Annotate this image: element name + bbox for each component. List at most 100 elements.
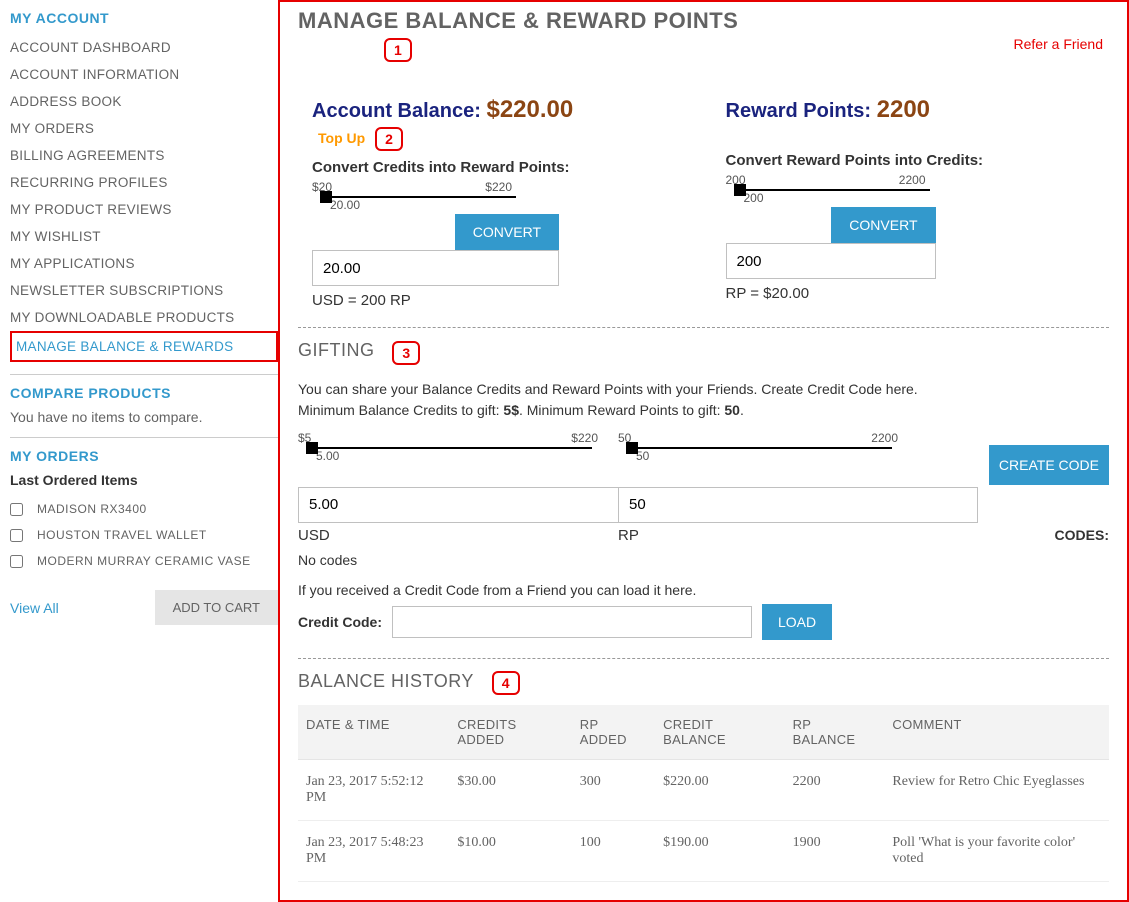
gifting-desc: You can share your Balance Credits and R… bbox=[298, 379, 1109, 421]
list-item: MADISON RX3400 bbox=[10, 496, 278, 522]
balance-history-table: DATE & TIME CREDITS ADDED RP ADDED CREDI… bbox=[298, 705, 1109, 882]
refer-a-friend-link[interactable]: Refer a Friend bbox=[1014, 36, 1103, 52]
cell-date: Jan 23, 2017 5:48:23 PM bbox=[298, 820, 449, 881]
rp-slider-handle[interactable] bbox=[734, 184, 746, 196]
cell-credits-added: $30.00 bbox=[449, 759, 571, 820]
divider bbox=[10, 374, 278, 375]
th-credit-balance: CREDIT BALANCE bbox=[655, 705, 784, 760]
convert-rp-title: Convert Reward Points into Credits: bbox=[726, 152, 1110, 169]
cell-date: Jan 23, 2017 5:52:12 PM bbox=[298, 759, 449, 820]
convert-credits-title: Convert Credits into Reward Points: bbox=[312, 159, 696, 176]
credits-slider-handle[interactable] bbox=[320, 191, 332, 203]
convert-rp-input[interactable] bbox=[726, 243, 936, 279]
nav-wishlist[interactable]: MY WISHLIST bbox=[10, 223, 278, 250]
gift-rp-slider-handle[interactable] bbox=[626, 442, 638, 454]
gift-rp-max: 2200 bbox=[871, 431, 898, 445]
nav-applications[interactable]: MY APPLICATIONS bbox=[10, 250, 278, 277]
gift-rp-slider-value: 50 bbox=[636, 449, 978, 463]
convert-credits-input[interactable] bbox=[312, 250, 559, 286]
ordered-item-checkbox[interactable] bbox=[10, 555, 23, 568]
credit-code-input[interactable] bbox=[392, 606, 752, 638]
th-credits-added: CREDITS ADDED bbox=[449, 705, 571, 760]
cell-rp-balance: 1900 bbox=[785, 820, 885, 881]
gift-credits-max: $220 bbox=[571, 431, 598, 445]
divider bbox=[298, 327, 1109, 328]
account-balance-value: $220.00 bbox=[486, 96, 573, 123]
th-rp-added: RP ADDED bbox=[572, 705, 655, 760]
cell-comment: Review for Retro Chic Eyeglasses bbox=[884, 759, 1109, 820]
balance-history-title: BALANCE HISTORY bbox=[298, 671, 474, 691]
credits-slider-max: $220 bbox=[485, 180, 512, 194]
last-ordered-title: Last Ordered Items bbox=[10, 472, 278, 488]
divider bbox=[10, 437, 278, 438]
rp-slider-max: 2200 bbox=[899, 173, 926, 187]
no-codes-text: No codes bbox=[298, 552, 1109, 568]
cell-rp-added: 100 bbox=[572, 820, 655, 881]
th-comment: COMMENT bbox=[884, 705, 1109, 760]
ordered-item-label: MADISON RX3400 bbox=[37, 502, 147, 516]
nav-account-dashboard[interactable]: ACCOUNT DASHBOARD bbox=[10, 34, 278, 61]
convert-credits-button[interactable]: CONVERT bbox=[455, 214, 559, 250]
callout-3: 3 bbox=[392, 341, 420, 365]
gift-rp-slider-track[interactable] bbox=[632, 447, 892, 449]
callout-4: 4 bbox=[492, 671, 520, 695]
gift-credits-slider-value: 5.00 bbox=[316, 449, 618, 463]
nav-newsletter[interactable]: NEWSLETTER SUBSCRIPTIONS bbox=[10, 277, 278, 304]
reward-points-value: 2200 bbox=[877, 96, 930, 123]
gift-credits-slider-handle[interactable] bbox=[306, 442, 318, 454]
nav-billing-agreements[interactable]: BILLING AGREEMENTS bbox=[10, 142, 278, 169]
create-code-button[interactable]: CREATE CODE bbox=[989, 445, 1109, 485]
cell-comment: Poll 'What is your favorite color' voted bbox=[884, 820, 1109, 881]
ordered-item-label: MODERN MURRAY CERAMIC VASE bbox=[37, 554, 251, 568]
compare-empty-text: You have no items to compare. bbox=[10, 409, 278, 425]
nav-product-reviews[interactable]: MY PRODUCT REVIEWS bbox=[10, 196, 278, 223]
gift-credits-label: USD bbox=[298, 527, 618, 544]
credit-code-label: Credit Code: bbox=[298, 614, 382, 630]
add-to-cart-button[interactable]: ADD TO CART bbox=[155, 590, 278, 625]
gift-credits-slider-track[interactable] bbox=[312, 447, 592, 449]
list-item: HOUSTON TRAVEL WALLET bbox=[10, 522, 278, 548]
compare-products-title: COMPARE PRODUCTS bbox=[10, 385, 278, 401]
nav-downloadable[interactable]: MY DOWNLOADABLE PRODUCTS bbox=[10, 304, 278, 331]
gift-rp-input[interactable] bbox=[618, 487, 978, 523]
page-title: MANAGE BALANCE & REWARD POINTS bbox=[298, 8, 1109, 34]
ordered-item-checkbox[interactable] bbox=[10, 503, 23, 516]
rp-rate-text: RP = $20.00 bbox=[726, 285, 1110, 302]
last-ordered-list: MADISON RX3400 HOUSTON TRAVEL WALLET MOD… bbox=[10, 496, 278, 574]
gifting-title: GIFTING bbox=[298, 340, 375, 360]
my-orders-title: MY ORDERS bbox=[10, 448, 278, 464]
load-button[interactable]: LOAD bbox=[762, 604, 832, 640]
gift-rp-label: RP bbox=[618, 527, 639, 544]
gift-credits-input[interactable] bbox=[298, 487, 618, 523]
table-row: Jan 23, 2017 5:52:12 PM $30.00 300 $220.… bbox=[298, 759, 1109, 820]
cell-rp-added: 300 bbox=[572, 759, 655, 820]
cell-credit-balance: $190.00 bbox=[655, 820, 784, 881]
th-rp-balance: RP BALANCE bbox=[785, 705, 885, 760]
callout-2: 2 bbox=[375, 127, 403, 151]
th-date: DATE & TIME bbox=[298, 705, 449, 760]
view-all-link[interactable]: View All bbox=[10, 600, 59, 616]
ordered-item-checkbox[interactable] bbox=[10, 529, 23, 542]
divider bbox=[298, 658, 1109, 659]
received-code-text: If you received a Credit Code from a Fri… bbox=[298, 582, 1109, 598]
list-item: MODERN MURRAY CERAMIC VASE bbox=[10, 548, 278, 574]
cell-rp-balance: 2200 bbox=[785, 759, 885, 820]
top-up-link[interactable]: Top Up bbox=[318, 130, 365, 146]
nav-account-information[interactable]: ACCOUNT INFORMATION bbox=[10, 61, 278, 88]
credits-slider-value: 20.00 bbox=[330, 198, 696, 212]
cell-credits-added: $10.00 bbox=[449, 820, 571, 881]
ordered-item-label: HOUSTON TRAVEL WALLET bbox=[37, 528, 207, 542]
sidebar-my-account-title: MY ACCOUNT bbox=[10, 10, 278, 26]
account-nav: ACCOUNT DASHBOARD ACCOUNT INFORMATION AD… bbox=[10, 34, 278, 362]
credits-slider-track[interactable] bbox=[326, 196, 516, 198]
reward-points-label: Reward Points: bbox=[726, 100, 877, 122]
rp-slider-track[interactable] bbox=[740, 189, 930, 191]
callout-1: 1 bbox=[384, 38, 412, 62]
convert-rp-button[interactable]: CONVERT bbox=[831, 207, 935, 243]
nav-manage-balance[interactable]: MANAGE BALANCE & REWARDS bbox=[10, 331, 278, 362]
nav-my-orders[interactable]: MY ORDERS bbox=[10, 115, 278, 142]
nav-address-book[interactable]: ADDRESS BOOK bbox=[10, 88, 278, 115]
account-balance-label: Account Balance: bbox=[312, 100, 486, 122]
rp-slider-value: 200 bbox=[744, 191, 1110, 205]
nav-recurring-profiles[interactable]: RECURRING PROFILES bbox=[10, 169, 278, 196]
